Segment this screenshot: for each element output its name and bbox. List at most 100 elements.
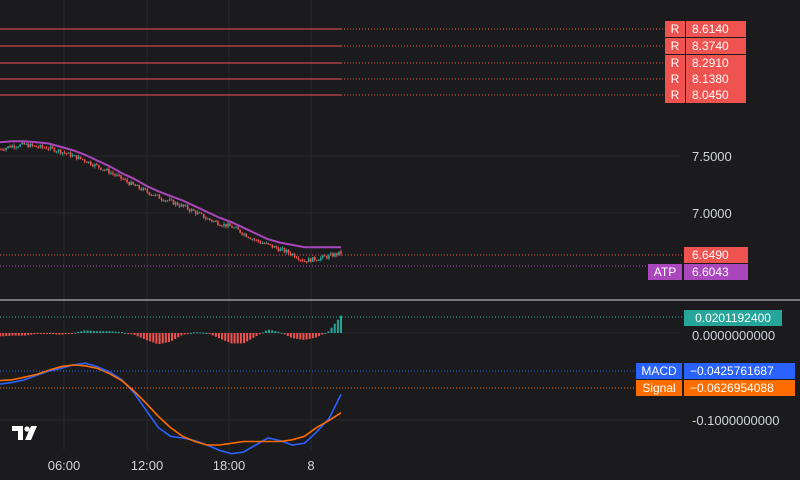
candle-body (31, 143, 34, 146)
histogram-bar (340, 315, 342, 333)
candle-body (233, 227, 235, 229)
candle-body (247, 236, 249, 238)
candle-body (122, 178, 124, 180)
candle-body (275, 246, 278, 249)
candle-body (259, 241, 262, 244)
histogram-bar (49, 333, 52, 334)
histogram-bar (255, 333, 258, 337)
candle-body (213, 220, 215, 222)
candle-body (150, 194, 153, 196)
resistance-lines (0, 28, 665, 96)
histogram-bar (261, 332, 264, 334)
resistance-tag: R (665, 87, 685, 103)
candle-body (219, 225, 221, 227)
candle-body (130, 181, 132, 185)
candle-body (180, 204, 183, 207)
histogram-bar (264, 330, 267, 333)
candle-body (271, 244, 274, 248)
histogram-bar (180, 333, 183, 336)
candle-body (207, 218, 209, 220)
histogram-bar (42, 333, 45, 334)
candle-body (11, 145, 13, 148)
histogram-bar (14, 333, 17, 336)
candle-body (196, 212, 199, 214)
candle-body (192, 209, 195, 211)
histogram-bar (189, 332, 192, 334)
candle-body (303, 261, 306, 263)
histogram-bar (158, 333, 161, 345)
candle-body (231, 225, 233, 228)
histogram-bar (274, 331, 277, 333)
candle-body (85, 161, 88, 163)
candle-body (273, 246, 276, 248)
candle-body (299, 259, 302, 261)
candle-body (269, 244, 272, 246)
candle-body (237, 227, 239, 230)
histogram-bar (27, 333, 30, 336)
candle-body (200, 212, 203, 214)
histogram-bar (230, 333, 233, 344)
candle-body (9, 146, 11, 148)
candle-body (174, 202, 177, 205)
candle-body (241, 232, 243, 235)
candle-body (313, 257, 316, 261)
histogram-bar (183, 333, 186, 335)
histogram-bar (314, 333, 317, 338)
candle-body (158, 194, 161, 199)
histogram-bar (30, 333, 33, 335)
candle-body (140, 188, 143, 191)
candle-body (328, 255, 330, 259)
candle-body (255, 239, 258, 241)
atp-line (0, 140, 341, 249)
histogram-bar (61, 333, 64, 335)
price-axis-label: 7.5000 (692, 149, 732, 164)
candle-body (142, 188, 145, 191)
candle-body (59, 149, 62, 154)
candle-body (83, 159, 86, 162)
candle-body (176, 202, 179, 206)
candle-body (89, 161, 92, 165)
histogram-bar (20, 333, 23, 336)
candle-body (75, 155, 78, 160)
candle-body (318, 260, 320, 262)
candle-body (15, 147, 17, 149)
candle-body (198, 212, 201, 214)
candle-body (114, 174, 116, 176)
histogram-bar (0, 333, 1, 337)
histogram-bar (283, 333, 286, 335)
candle-body (154, 194, 157, 196)
candle-body (194, 210, 197, 214)
candle-body (225, 223, 227, 227)
candle-body (0, 149, 1, 151)
candle-body (239, 229, 241, 233)
candle-body (136, 185, 139, 187)
histogram-bar (227, 333, 230, 343)
histogram-bar (333, 323, 336, 333)
histogram-bar (217, 333, 220, 339)
macd-tag: MACD (636, 363, 682, 379)
histogram-bar (277, 331, 280, 333)
histogram-bar (318, 333, 321, 337)
candle-body (67, 152, 70, 154)
candle-body (340, 251, 342, 254)
histogram-bar (127, 333, 130, 334)
candle-body (253, 238, 256, 240)
candle-body (73, 155, 76, 157)
histogram-bar (171, 333, 174, 341)
candle-body (170, 199, 173, 201)
tradingview-logo-icon[interactable] (12, 425, 44, 441)
histogram-bar (52, 333, 55, 335)
grid-lines (0, 0, 680, 450)
candle-body (267, 243, 270, 245)
candle-body (116, 174, 118, 176)
candle-body (215, 220, 217, 222)
histogram-bar (130, 333, 133, 335)
candle-body (128, 182, 130, 185)
candle-body (29, 143, 32, 148)
histogram-bar (321, 333, 324, 335)
candle-body (87, 161, 90, 163)
resistance-value: 8.3740 (686, 38, 746, 54)
histogram-bar (133, 333, 136, 335)
histogram-bar (95, 331, 98, 333)
signal-tag: Signal (636, 380, 682, 396)
